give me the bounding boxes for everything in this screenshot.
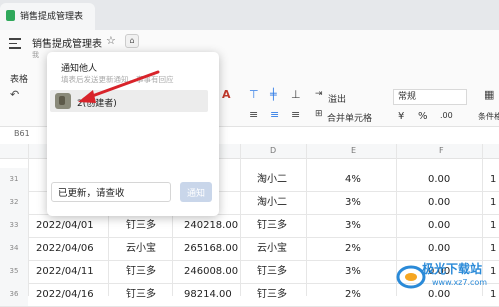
name-cell[interactable]: 淘小二 [257,191,287,214]
table-row: 33 2022/04/01 钉三多 240218.00 钉三多 3% 0.00 … [0,214,499,238]
share-icon[interactable]: ⌂ [125,34,139,48]
notify-button[interactable]: 通知 [180,182,212,202]
date-cell[interactable]: 2022/04/16 [36,283,94,306]
row-number[interactable]: 34 [0,237,28,260]
name-cell[interactable]: 钉三多 [257,283,287,306]
rate-cell[interactable]: 2% [345,283,361,306]
rate-cell[interactable]: 3% [345,191,361,214]
star-icon[interactable]: ☆ [106,34,116,47]
amount-cell[interactable]: 240218.00 [184,214,238,237]
next-cell[interactable]: 1 [490,168,496,191]
notify-user-item[interactable] [50,90,208,112]
commission-cell[interactable]: 0.00 [428,168,450,191]
column-header-f[interactable]: F [439,146,444,155]
watermark-text: 极光下载站 [422,262,483,276]
amount-cell[interactable]: 98214.00 [184,283,232,306]
number-format-select[interactable]: 常规 [393,89,467,105]
document-tab-title: 销售提成管理表 [20,12,84,22]
column-header-e[interactable]: E [351,146,356,155]
merge-icon: ⊞ [315,109,323,119]
rate-cell[interactable]: 2% [345,237,361,260]
align-bottom-icon[interactable]: ⊥ [291,88,301,101]
notify-title: 通知他人 [61,64,98,74]
align-left-icon[interactable]: ≡ [249,108,258,121]
amount-cell[interactable]: 265168.00 [184,237,238,260]
salesperson-cell[interactable]: 钉三多 [126,260,156,283]
date-cell[interactable]: 2022/04/06 [36,237,94,260]
commission-cell[interactable]: 0.00 [428,191,450,214]
percent-button[interactable]: % [418,111,428,122]
rate-cell[interactable]: 4% [345,168,361,191]
row-number[interactable]: 31 [0,168,28,191]
document-title[interactable]: 销售提成管理表 [32,35,102,50]
column-header-d[interactable]: D [270,146,276,155]
sheet-icon [6,10,15,21]
undo-icon[interactable]: ↶ [10,88,19,101]
document-owner: 我 [32,51,39,59]
salesperson-cell[interactable]: 钉三多 [126,283,156,306]
notify-message-input[interactable] [51,182,171,202]
overflow-label[interactable]: 溢出 [328,92,346,105]
row-number[interactable]: 35 [0,260,28,283]
conditional-format-icon[interactable]: ▦ [484,88,494,101]
row-number[interactable]: 36 [0,283,28,306]
next-cell[interactable]: 1 [490,237,496,260]
next-cell[interactable]: 1 [490,214,496,237]
align-right-icon[interactable]: ≡ [291,108,300,121]
conditional-format-label[interactable]: 条件格 [478,111,499,122]
align-top-icon[interactable]: ⊤ [249,88,259,101]
cell-reference[interactable]: B61 [14,129,30,138]
decimal-button[interactable]: .00 [440,111,453,120]
next-cell[interactable]: 1 [490,191,496,214]
font-color-icon[interactable]: A [222,88,231,101]
name-cell[interactable]: 淘小二 [257,168,287,191]
row-number[interactable]: 33 [0,214,28,237]
row-number[interactable]: 32 [0,191,28,214]
name-cell[interactable]: 云小宝 [257,237,287,260]
align-center-icon[interactable]: ≡ [270,108,279,121]
salesperson-cell[interactable]: 云小宝 [126,237,156,260]
wrap-icon: ⇥ [315,89,323,99]
amount-cell[interactable]: 246008.00 [184,260,238,283]
name-cell[interactable]: 钉三多 [257,214,287,237]
notify-user-name: 2(创建者) [77,99,117,109]
name-cell[interactable]: 钉三多 [257,260,287,283]
avatar [55,93,71,109]
align-middle-icon[interactable]: ╪ [270,88,277,101]
commission-cell[interactable]: 0.00 [428,214,450,237]
rate-cell[interactable]: 3% [345,214,361,237]
menu-icon[interactable] [9,38,21,50]
date-cell[interactable]: 2022/04/01 [36,214,94,237]
notify-hint: 填表后发送更新通知，事事有回应 [61,75,174,84]
sheet-menu-label[interactable]: 表格 [10,72,28,85]
merge-cells-button[interactable]: 合并单元格 [327,111,372,124]
watermark-url: www.xz7.com [432,278,488,287]
date-cell[interactable]: 2022/04/11 [36,260,94,283]
currency-button[interactable]: ¥ [398,111,404,122]
commission-cell[interactable]: 0.00 [428,237,450,260]
rate-cell[interactable]: 3% [345,260,361,283]
salesperson-cell[interactable]: 钉三多 [126,214,156,237]
